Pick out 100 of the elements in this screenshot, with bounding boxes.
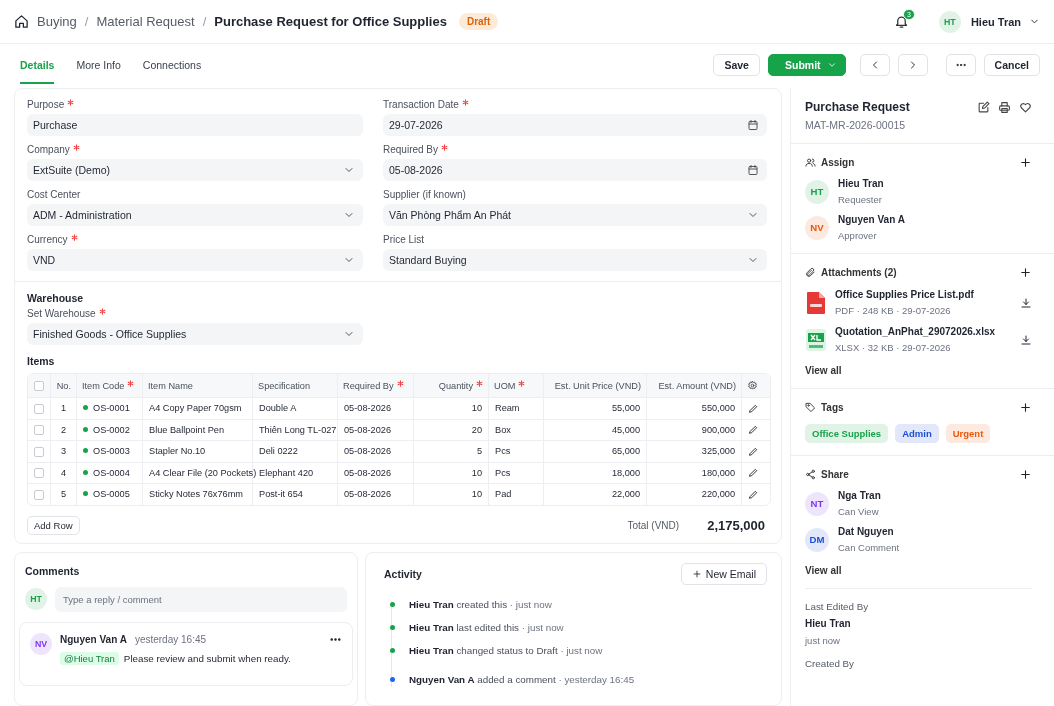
table-cell: 180,000 bbox=[647, 461, 742, 483]
table-cell: 05-08-2026 bbox=[338, 483, 414, 505]
checkbox[interactable] bbox=[34, 468, 44, 479]
heart-icon[interactable] bbox=[1019, 100, 1032, 114]
pencil-icon[interactable] bbox=[748, 488, 759, 500]
person-role: Can View bbox=[838, 506, 880, 517]
avatar: HT bbox=[938, 10, 961, 33]
person-role: Requester bbox=[838, 194, 883, 205]
pencil-icon[interactable] bbox=[748, 424, 759, 436]
edit-icon[interactable] bbox=[977, 100, 990, 114]
checkbox[interactable] bbox=[34, 380, 44, 391]
field-label: Set Warehouse bbox=[27, 308, 363, 319]
section-title: Tags bbox=[821, 402, 844, 413]
user-name[interactable]: Hieu Tran bbox=[970, 15, 1021, 28]
new-email-button[interactable]: New Email bbox=[680, 562, 767, 585]
table-cell: 05-08-2026 bbox=[338, 397, 414, 419]
people-icon bbox=[805, 157, 816, 168]
table-cell: OS-0002 bbox=[77, 418, 143, 440]
total-label: Total (VND) bbox=[627, 519, 680, 531]
action-button[interactable]: Cancel bbox=[983, 54, 1040, 76]
field-label: Transaction Date bbox=[383, 99, 767, 110]
add-row-button[interactable]: Add Row bbox=[27, 515, 80, 535]
table-cell: OS-0005 bbox=[77, 483, 143, 505]
date-field[interactable]: 05-08-2026 bbox=[383, 159, 767, 181]
select-field[interactable]: ExtSuite (Demo) bbox=[27, 159, 363, 181]
meta-name: Hieu Tran bbox=[805, 618, 852, 629]
table-cell: 05-08-2026 bbox=[338, 461, 414, 483]
tab[interactable]: More Info bbox=[76, 46, 121, 84]
meta-time: just now bbox=[805, 635, 841, 646]
bell-icon[interactable] bbox=[893, 14, 909, 29]
table-cell: Sticky Notes 76x76mm bbox=[143, 483, 253, 505]
person-role: Approver bbox=[838, 230, 878, 241]
select-field[interactable]: Standard Buying bbox=[383, 249, 767, 271]
card-title: Comments bbox=[25, 564, 81, 577]
table-cell: 18,000 bbox=[544, 461, 647, 483]
person-name: Hieu Tran bbox=[838, 178, 884, 189]
required-icon bbox=[518, 380, 526, 387]
required-icon bbox=[70, 234, 78, 241]
plus-icon[interactable] bbox=[1019, 156, 1032, 169]
comment-text: Please review and submit when ready. bbox=[123, 652, 291, 664]
table-cell: Double A bbox=[253, 397, 338, 419]
view-all-link[interactable]: View all bbox=[805, 565, 842, 576]
table-cell: 55,000 bbox=[544, 397, 647, 419]
table-cell: Blue Ballpoint Pen bbox=[143, 418, 253, 440]
table-cell: 22,000 bbox=[544, 483, 647, 505]
table-cell: 4 bbox=[51, 461, 77, 483]
table-cell: 05-08-2026 bbox=[338, 418, 414, 440]
meta-label: Created By bbox=[805, 658, 855, 669]
comment-field[interactable]: Type a reply / comment bbox=[55, 586, 347, 612]
pencil-icon[interactable] bbox=[748, 467, 759, 479]
field-label: Company bbox=[27, 144, 363, 155]
avatar: HT bbox=[25, 588, 47, 610]
avatar: NV bbox=[30, 632, 52, 655]
person-name: Nga Tran bbox=[838, 490, 881, 501]
pencil-icon[interactable] bbox=[748, 402, 759, 414]
avatar: HT bbox=[805, 179, 829, 204]
home-icon[interactable] bbox=[14, 14, 29, 29]
breadcrumb-link[interactable]: Material Request bbox=[96, 14, 195, 29]
spreadsheet-file-icon bbox=[805, 327, 827, 352]
date-field[interactable]: 29-07-2026 bbox=[383, 114, 767, 136]
comment-time: yesterday 16:45 bbox=[134, 633, 207, 645]
checkbox[interactable] bbox=[34, 425, 44, 436]
pencil-icon[interactable] bbox=[748, 445, 759, 457]
activity-entry: Hieu Tran last edited this · just now bbox=[409, 621, 564, 633]
mention-tag[interactable]: @Hieu Tran bbox=[60, 651, 119, 665]
settings-icon[interactable] bbox=[747, 380, 758, 391]
plus-icon[interactable] bbox=[1019, 401, 1032, 414]
table-cell: 3 bbox=[51, 440, 77, 462]
printer-icon[interactable] bbox=[998, 100, 1011, 114]
file-name[interactable]: Office Supplies Price List.pdf bbox=[835, 289, 1012, 300]
view-all-link[interactable]: View all bbox=[805, 365, 842, 376]
select-field[interactable]: ADM - Administration bbox=[27, 204, 363, 226]
table-cell: Ream bbox=[489, 397, 544, 419]
share-icon bbox=[805, 469, 816, 480]
input-field[interactable]: Purchase bbox=[27, 114, 363, 136]
tag-icon bbox=[805, 402, 816, 413]
file-name[interactable]: Quotation_AnPhat_29072026.xlsx bbox=[835, 326, 1012, 337]
plus-icon[interactable] bbox=[1019, 468, 1032, 481]
breadcrumb-link[interactable]: Buying bbox=[37, 14, 77, 29]
table-cell: 45,000 bbox=[544, 418, 647, 440]
select-field[interactable]: Finished Goods - Office Supplies bbox=[27, 323, 363, 345]
status-badge: Draft bbox=[458, 13, 499, 30]
checkbox[interactable] bbox=[34, 446, 44, 457]
table-cell: 20 bbox=[414, 418, 489, 440]
download-icon[interactable] bbox=[1020, 296, 1032, 309]
required-icon bbox=[127, 380, 135, 387]
plus-icon[interactable] bbox=[1019, 266, 1032, 279]
select-field[interactable]: Văn Phòng Phẩm An Phát bbox=[383, 204, 767, 226]
required-icon bbox=[396, 380, 404, 387]
activity-entry: Nguyen Van A added a comment · yesterday 16:45 bbox=[409, 673, 635, 685]
column-header: Item Name bbox=[143, 374, 253, 397]
breadcrumb-separator: / bbox=[202, 14, 207, 29]
table-cell: OS-0001 bbox=[77, 397, 143, 419]
select-field[interactable]: VND bbox=[27, 249, 363, 271]
tab[interactable]: Connections bbox=[142, 46, 202, 84]
checkbox[interactable] bbox=[34, 403, 44, 414]
action-button[interactable]: Save bbox=[713, 54, 760, 76]
checkbox[interactable] bbox=[34, 489, 44, 500]
tag[interactable]: Admin bbox=[895, 424, 939, 443]
download-icon[interactable] bbox=[1020, 333, 1032, 346]
